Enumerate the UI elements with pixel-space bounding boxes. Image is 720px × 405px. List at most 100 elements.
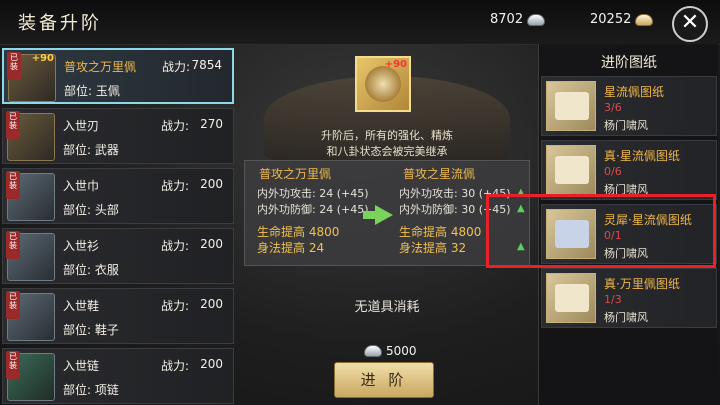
next-attack: 内外功攻击: 30 (+45) xyxy=(399,187,511,200)
blueprint-scroll-icon xyxy=(546,81,596,131)
robe-icon: 已装 xyxy=(6,231,55,281)
blade-icon: 已装 xyxy=(6,111,55,161)
top-bar: 装备升阶 8702 20252 ✕ xyxy=(0,0,720,45)
close-icon: ✕ xyxy=(680,10,700,35)
stat-comparison: 普攻之万里佩 内外功攻击: 24 (+45) 内外功防御: 24 (+45) 生… xyxy=(244,160,530,266)
power-value: 200 xyxy=(200,177,223,191)
helmet-icon: 已装 xyxy=(6,171,55,221)
notice-line-1: 升阶后，所有的强化、精炼 xyxy=(321,129,453,142)
page-title: 装备升阶 xyxy=(18,13,102,34)
power-value: 7854 xyxy=(191,58,222,72)
part-label: 部位: 衣服 xyxy=(63,263,119,277)
equipment-item-wanlipei[interactable]: 已装 +90 普攻之万里佩 战力: 7854 部位: 玉佩 xyxy=(2,48,234,104)
enhance-level: +90 xyxy=(31,53,54,64)
blueprint-item[interactable]: 灵犀·星流佩图纸 0/1 杨门啸风 xyxy=(541,204,717,264)
blueprint-scroll-icon xyxy=(546,209,596,259)
jade-pendant-icon: 已装 +90 xyxy=(7,52,56,102)
part-label: 部位: 头部 xyxy=(63,203,119,217)
equipped-badge: 已装 xyxy=(6,111,20,139)
next-defense: 内外功防御: 30 (+45) xyxy=(399,203,511,216)
cost-amount: 5000 xyxy=(386,344,417,358)
silver-ingot-icon xyxy=(527,13,546,26)
target-enhance-level: +90 xyxy=(384,59,407,70)
no-items-text: 无道具消耗 xyxy=(354,300,420,315)
blueprint-name: 真·万里佩图纸 xyxy=(604,277,680,291)
gold-currency: 20252 xyxy=(590,12,654,27)
blueprint-count: 0/6 xyxy=(604,165,622,178)
equipment-name: 普攻之万里佩 xyxy=(64,60,137,74)
power-value: 200 xyxy=(200,297,223,311)
next-hp: 生命提高 4800 xyxy=(399,225,482,239)
current-hp: 生命提高 4800 xyxy=(257,225,340,239)
blueprint-source: 杨门啸风 xyxy=(604,311,648,324)
blueprint-source: 杨门啸风 xyxy=(604,119,648,132)
power-value: 270 xyxy=(200,117,223,131)
blueprint-source: 杨门啸风 xyxy=(604,247,648,260)
blueprint-name: 真·星流佩图纸 xyxy=(604,149,680,163)
upgrade-panel: +90 升阶后，所有的强化、精炼 和八卦状态会被完美继承 普攻之万里佩 内外功攻… xyxy=(242,46,532,405)
current-item-title: 普攻之万里佩 xyxy=(259,167,332,181)
power-label: 战力: xyxy=(161,239,190,253)
equipment-name: 入世衫 xyxy=(63,239,100,253)
pendant-icon xyxy=(365,66,401,102)
equipment-item-headband[interactable]: 已装 入世巾 战力: 200 部位: 头部 xyxy=(2,168,234,224)
power-value: 200 xyxy=(200,237,223,251)
current-agility: 身法提高 24 xyxy=(257,241,325,255)
blueprint-count: 1/3 xyxy=(604,293,622,306)
equipment-item-necklace[interactable]: 已装 入世链 战力: 200 部位: 项链 xyxy=(2,348,234,404)
up-arrow-icon: ▲ xyxy=(517,241,525,252)
up-arrow-icon: ▲ xyxy=(517,203,525,214)
boots-icon: 已装 xyxy=(6,291,55,341)
silver-ingot-icon xyxy=(364,345,382,357)
equipped-badge: 已装 xyxy=(6,231,20,259)
part-label: 部位: 玉佩 xyxy=(64,84,120,98)
current-attack: 内外功攻击: 24 (+45) xyxy=(257,187,369,200)
up-arrow-icon: ▲ xyxy=(517,187,525,198)
part-label: 部位: 鞋子 xyxy=(63,323,119,337)
blueprint-count: 0/1 xyxy=(604,229,622,242)
equipment-item-robe[interactable]: 已装 入世衫 战力: 200 部位: 衣服 xyxy=(2,228,234,284)
power-value: 200 xyxy=(200,357,223,371)
blueprint-name: 灵犀·星流佩图纸 xyxy=(604,213,692,227)
blueprint-name: 星流佩图纸 xyxy=(604,85,665,99)
equipment-list: 已装 +90 普攻之万里佩 战力: 7854 部位: 玉佩 已装 入世刃 战力:… xyxy=(0,48,236,405)
advance-button[interactable]: 进 阶 xyxy=(334,362,434,398)
blueprint-panel-title: 进阶图纸 xyxy=(601,55,657,71)
upgrade-arrow-icon xyxy=(363,205,393,225)
part-label: 部位: 武器 xyxy=(63,143,119,157)
blueprint-item[interactable]: 真·星流佩图纸 0/6 杨门啸风 xyxy=(541,140,717,200)
power-label: 战力: xyxy=(161,359,190,373)
equipped-badge: 已装 xyxy=(6,351,20,379)
equipment-name: 入世链 xyxy=(63,359,100,373)
silver-currency: 8702 xyxy=(490,12,546,27)
equipment-item-blade[interactable]: 已装 入世刃 战力: 270 部位: 武器 xyxy=(2,108,234,164)
power-label: 战力: xyxy=(161,299,190,313)
equipped-badge: 已装 xyxy=(7,52,21,80)
notice-line-2: 和八卦状态会被完美继承 xyxy=(326,145,448,158)
blueprint-count: 3/6 xyxy=(604,101,622,114)
equipped-badge: 已装 xyxy=(6,291,20,319)
power-label: 战力: xyxy=(161,179,190,193)
blueprint-item[interactable]: 星流佩图纸 3/6 杨门啸风 xyxy=(541,76,717,136)
target-item-icon[interactable]: +90 xyxy=(355,56,411,112)
part-label: 部位: 项链 xyxy=(63,383,119,397)
current-defense: 内外功防御: 24 (+45) xyxy=(257,203,369,216)
next-agility: 身法提高 32 xyxy=(399,241,467,255)
close-button[interactable]: ✕ xyxy=(672,6,708,42)
equipment-name: 入世鞋 xyxy=(63,299,100,313)
silver-amount: 8702 xyxy=(490,12,524,27)
inherit-notice: 升阶后，所有的强化、精炼 和八卦状态会被完美继承 xyxy=(242,128,532,160)
equipment-item-shoes[interactable]: 已装 入世鞋 战力: 200 部位: 鞋子 xyxy=(2,288,234,344)
power-label: 战力: xyxy=(161,119,190,133)
gold-amount: 20252 xyxy=(590,12,632,27)
upgrade-cost: 5000 xyxy=(364,344,417,358)
blueprint-panel: 进阶图纸 星流佩图纸 3/6 杨门啸风 真·星流佩图纸 0/6 杨门啸风 灵犀·… xyxy=(538,44,718,405)
power-label: 战力: xyxy=(162,60,191,74)
necklace-icon: 已装 xyxy=(6,351,55,401)
equipment-name: 入世巾 xyxy=(63,179,100,193)
equipped-badge: 已装 xyxy=(6,171,20,199)
blueprint-item[interactable]: 真·万里佩图纸 1/3 杨门啸风 xyxy=(541,268,717,328)
gold-ingot-icon xyxy=(635,13,654,26)
blueprint-source: 杨门啸风 xyxy=(604,183,648,196)
blueprint-scroll-icon xyxy=(546,273,596,323)
